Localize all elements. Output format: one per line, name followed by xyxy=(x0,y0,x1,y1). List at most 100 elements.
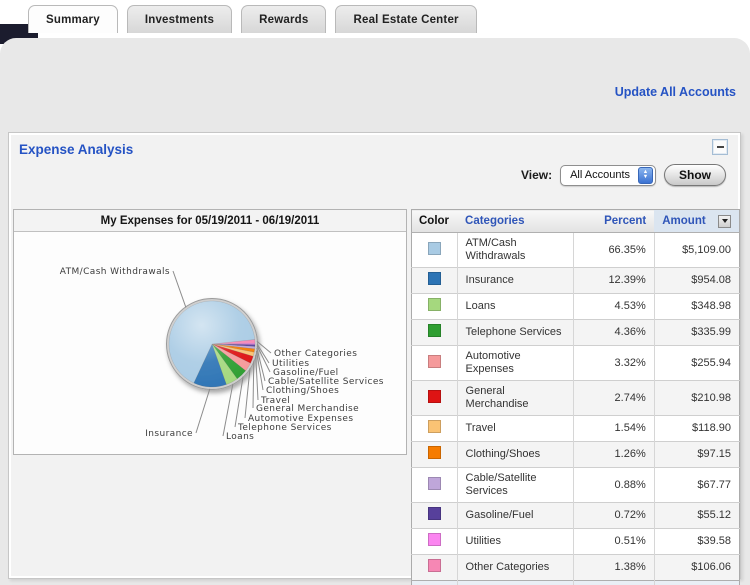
tab-summary[interactable]: Summary xyxy=(28,5,118,33)
percent-cell: 0.72% xyxy=(574,503,655,529)
pie-leader-line xyxy=(256,355,258,400)
color-swatch-cell xyxy=(412,503,458,529)
minus-icon xyxy=(717,146,724,148)
pie-leader-line xyxy=(223,384,233,436)
accounts-select[interactable]: All Accounts ▲▼ xyxy=(560,165,656,186)
table-row: Travel1.54%$118.90 xyxy=(412,416,740,442)
amount-cell: $55.12 xyxy=(654,503,739,529)
pie-label: Clothing/Shoes xyxy=(266,386,339,396)
color-swatch-cell xyxy=(412,381,458,416)
tab-rewards[interactable]: Rewards xyxy=(241,5,326,33)
color-swatch-cell xyxy=(412,233,458,268)
color-swatch xyxy=(428,446,441,459)
expense-pie-chart: ATM/Cash WithdrawalsOther CategoriesUtil… xyxy=(14,232,406,453)
pie-label: Insurance xyxy=(145,429,193,439)
category-cell: Other Categories xyxy=(457,555,573,581)
category-cell: Utilities xyxy=(457,529,573,555)
amount-header-label: Amount xyxy=(662,215,705,227)
color-swatch-cell xyxy=(412,320,458,346)
show-button[interactable]: Show xyxy=(664,164,726,186)
amount-cell: $348.98 xyxy=(654,294,739,320)
category-cell: ATM/Cash Withdrawals xyxy=(457,233,573,268)
table-row: Other Categories1.38%$106.06 xyxy=(412,555,740,581)
color-swatch-cell xyxy=(412,294,458,320)
table-header-row: Color Categories Percent Amount xyxy=(412,210,740,233)
col-header-percent[interactable]: Percent xyxy=(574,210,655,233)
color-swatch-cell xyxy=(412,468,458,503)
expense-table: Color Categories Percent Amount xyxy=(411,209,740,585)
category-cell: Insurance xyxy=(457,268,573,294)
pie-leader-line xyxy=(253,361,254,409)
table-row: ATM/Cash Withdrawals66.35%$5,109.00 xyxy=(412,233,740,268)
view-label: View: xyxy=(521,168,552,182)
amount-cell: $210.98 xyxy=(654,381,739,416)
table-row: Loans4.53%$348.98 xyxy=(412,294,740,320)
color-swatch-cell xyxy=(412,268,458,294)
col-header-amount[interactable]: Amount xyxy=(654,210,739,233)
pie-label: General Merchandise xyxy=(256,404,359,414)
percent-cell: 2.74% xyxy=(574,381,655,416)
pie-label: Loans xyxy=(226,432,254,442)
color-swatch xyxy=(428,242,441,255)
content-card: Update All Accounts Expense Analysis Vie… xyxy=(0,38,750,585)
category-cell: Automotive Expenses xyxy=(457,346,573,381)
view-controls: View: All Accounts ▲▼ Show xyxy=(521,164,726,186)
category-cell: General Merchandise xyxy=(457,381,573,416)
page: Summary Investments Rewards Real Estate Cen… xyxy=(0,0,750,585)
expense-collapse-button[interactable] xyxy=(712,139,728,155)
chart-title: My Expenses for 05/19/2011 - 06/19/2011 xyxy=(14,210,406,232)
pie-label: Other Categories xyxy=(274,349,357,359)
tab-real-estate-center[interactable]: Real Estate Center xyxy=(335,5,476,33)
table-row: Utilities0.51%$39.58 xyxy=(412,529,740,555)
color-swatch xyxy=(428,324,441,337)
tab-bar: Summary Investments Rewards Real Estate Cen… xyxy=(28,5,477,33)
select-arrows-icon: ▲▼ xyxy=(638,167,653,184)
table-row: Cable/Satellite Services0.88%$67.77 xyxy=(412,468,740,503)
percent-cell: 0.51% xyxy=(574,529,655,555)
col-header-categories[interactable]: Categories xyxy=(457,210,573,233)
amount-cell: $39.58 xyxy=(654,529,739,555)
expense-analysis-panel: Expense Analysis View: All Accounts ▲▼ S… xyxy=(8,132,741,579)
expense-analysis-title: Expense Analysis xyxy=(19,142,133,157)
color-swatch-cell xyxy=(412,416,458,442)
amount-cell: $97.15 xyxy=(654,442,739,468)
percent-cell: 1.26% xyxy=(574,442,655,468)
pie-leader-line xyxy=(196,389,210,433)
update-all-accounts-link[interactable]: Update All Accounts xyxy=(615,85,736,99)
color-swatch-cell xyxy=(412,346,458,381)
pie-leader-line xyxy=(235,377,243,428)
percent-cell: 3.32% xyxy=(574,346,655,381)
table-row: Clothing/Shoes1.26%$97.15 xyxy=(412,442,740,468)
sort-dropdown-icon[interactable] xyxy=(718,215,731,228)
color-swatch xyxy=(428,298,441,311)
pie-leader-line xyxy=(245,368,250,418)
percent-cell: 12.39% xyxy=(574,268,655,294)
percent-cell: 4.36% xyxy=(574,320,655,346)
category-cell: Travel xyxy=(457,416,573,442)
color-swatch xyxy=(428,507,441,520)
table-row: General Merchandise2.74%$210.98 xyxy=(412,381,740,416)
accounts-select-value: All Accounts xyxy=(570,169,630,181)
pie-leader-line xyxy=(173,271,186,307)
color-swatch xyxy=(428,355,441,368)
percent-cell: 66.35% xyxy=(574,233,655,268)
color-swatch xyxy=(428,559,441,572)
expense-pie-chart-box: My Expenses for 05/19/2011 - 06/19/2011 … xyxy=(13,209,407,455)
category-cell: Gasoline/Fuel xyxy=(457,503,573,529)
category-cell: Clothing/Shoes xyxy=(457,442,573,468)
color-swatch xyxy=(428,390,441,403)
amount-cell: $954.08 xyxy=(654,268,739,294)
amount-cell: $106.06 xyxy=(654,555,739,581)
amount-cell: $255.94 xyxy=(654,346,739,381)
amount-cell: $67.77 xyxy=(654,468,739,503)
color-swatch-cell xyxy=(412,442,458,468)
color-swatch xyxy=(428,420,441,433)
tab-investments[interactable]: Investments xyxy=(127,5,232,33)
table-row: Insurance12.39%$954.08 xyxy=(412,268,740,294)
table-row: Automotive Expenses3.32%$255.94 xyxy=(412,346,740,381)
category-cell: Loans xyxy=(457,294,573,320)
category-cell: Telephone Services xyxy=(457,320,573,346)
col-header-color[interactable]: Color xyxy=(412,210,458,233)
color-swatch xyxy=(428,477,441,490)
table-row: Telephone Services4.36%$335.99 xyxy=(412,320,740,346)
